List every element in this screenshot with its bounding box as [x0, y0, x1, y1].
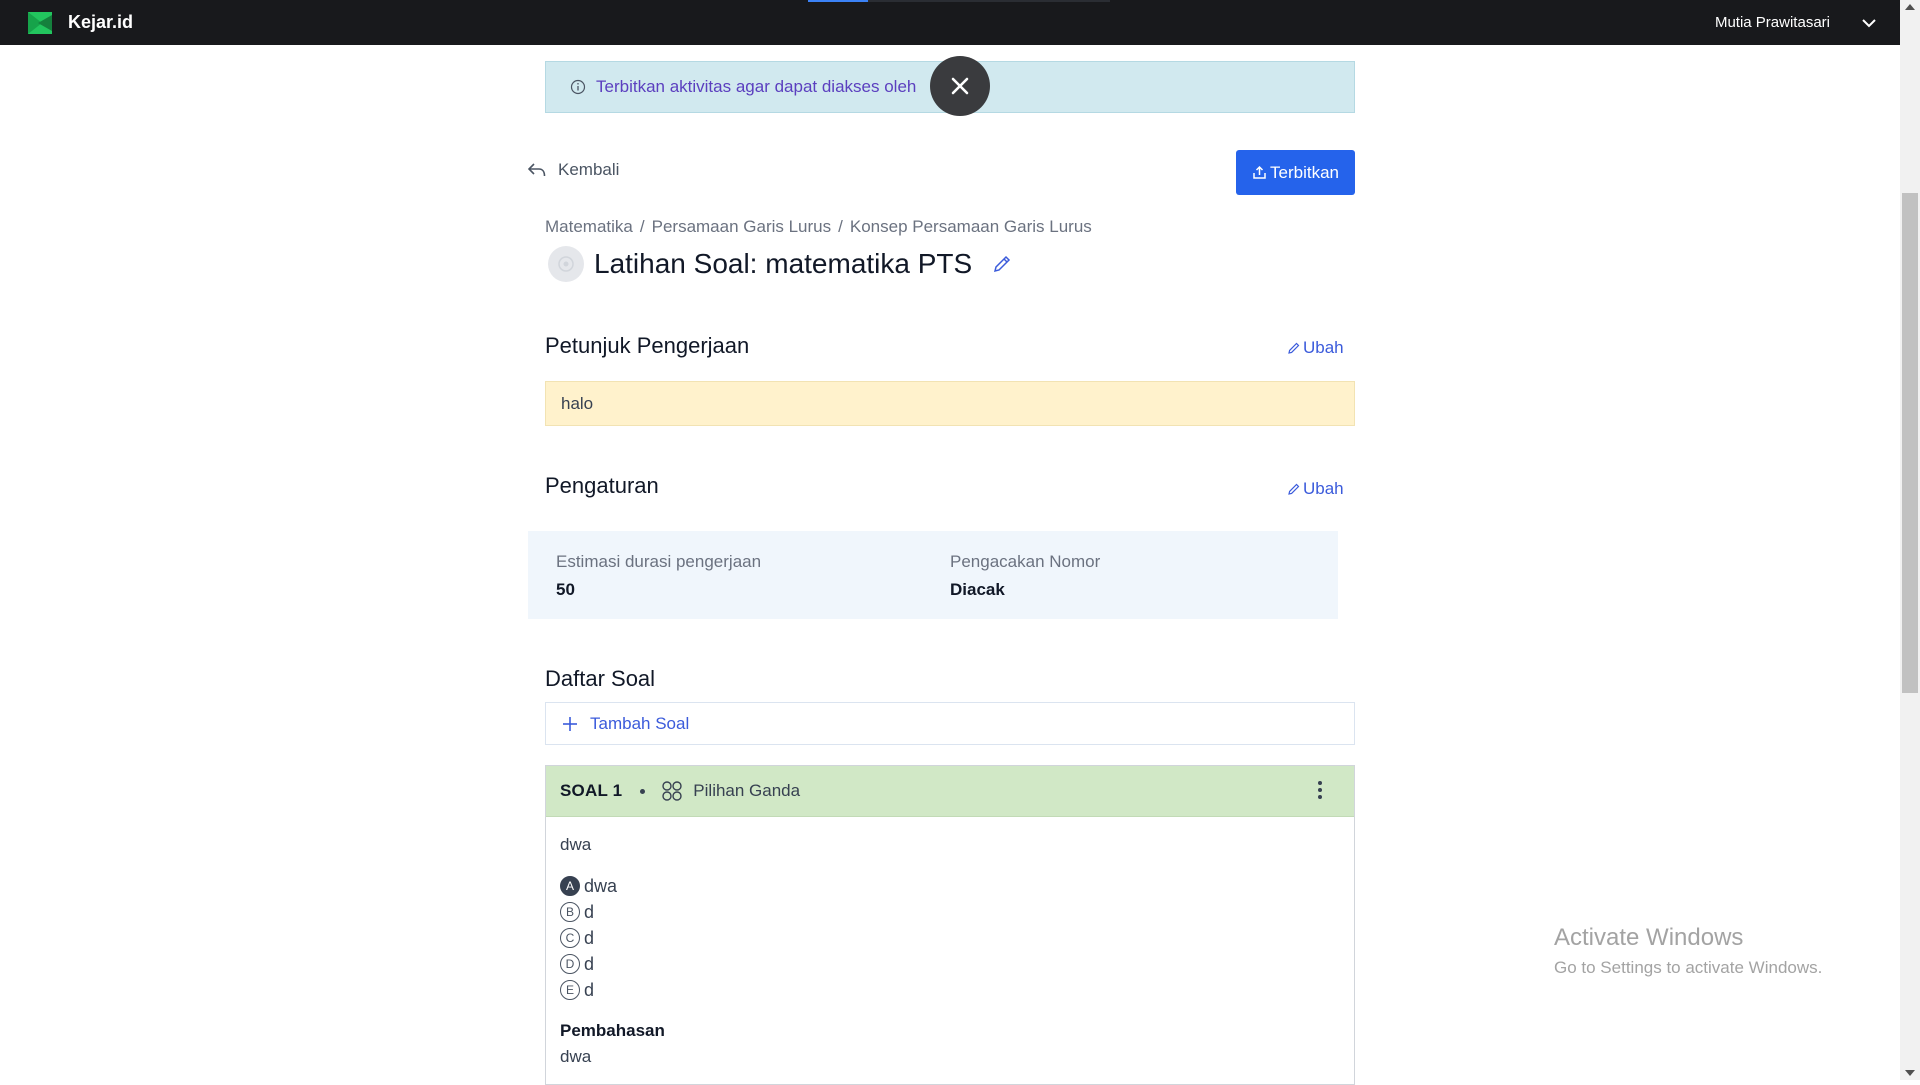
- chevron-down-icon[interactable]: [1860, 14, 1878, 32]
- instructions-box: halo: [545, 381, 1355, 426]
- activity-icon: [558, 256, 574, 272]
- pencil-icon: [1288, 342, 1300, 354]
- notice-text: Terbitkan aktivitas agar dapat diakses o…: [596, 77, 917, 96]
- brand[interactable]: Kejar.id: [28, 11, 134, 34]
- user-menu[interactable]: Mutia Prawitasari: [1715, 0, 1878, 45]
- publish-label: Terbitkan: [1270, 162, 1339, 182]
- setting-randomize: Pengacakan Nomor Diacak: [922, 531, 1316, 619]
- question-type: Pilihan Ganda: [693, 781, 801, 800]
- breadcrumb-topic[interactable]: Konsep Persamaan Garis Lurus: [850, 217, 1092, 237]
- option-text: d: [584, 953, 595, 974]
- activation-watermark: Activate Windows Go to Settings to activ…: [1554, 924, 1822, 978]
- explanation-heading: Pembahasan: [560, 1021, 665, 1040]
- breadcrumb: Matematika / Persamaan Garis Lurus / Kon…: [545, 217, 1092, 237]
- option-text: d: [584, 979, 595, 1000]
- setting-value: Diacak: [950, 580, 1005, 599]
- option-letter: D: [560, 954, 580, 974]
- upload-icon: [1253, 165, 1266, 179]
- user-name: Mutia Prawitasari: [1714, 14, 1830, 31]
- pencil-icon: [1288, 483, 1300, 495]
- info-icon: [570, 79, 586, 95]
- add-question-label: Tambah Soal: [590, 713, 690, 733]
- question-header: SOAL 1 Pilihan Ganda: [546, 766, 1354, 817]
- option-text: d: [584, 901, 595, 922]
- question-number: SOAL 1: [560, 781, 623, 800]
- scroll-up-icon[interactable]: [1905, 4, 1915, 10]
- option-e: E d: [560, 977, 1340, 1003]
- top-navbar: Kejar.id Mutia Prawitasari: [0, 0, 1900, 45]
- title-row: Latihan Soal: matematika PTS: [548, 246, 1012, 282]
- explanation-text: dwa: [560, 1047, 592, 1066]
- instructions-text: halo: [561, 393, 594, 413]
- edit-label: Ubah: [1303, 338, 1344, 357]
- option-a: A dwa: [560, 873, 1340, 899]
- page-scrollbar[interactable]: [1900, 0, 1920, 1080]
- add-question-button[interactable]: Tambah Soal: [545, 702, 1355, 745]
- option-d: D d: [560, 951, 1340, 977]
- loading-progress: [808, 0, 1110, 2]
- setting-label: Pengacakan Nomor: [950, 552, 1101, 571]
- plus-icon: [563, 716, 577, 731]
- back-arrow-icon: [528, 163, 546, 177]
- question-card: SOAL 1 Pilihan Ganda dwa A dwa B d C d D…: [545, 765, 1355, 1085]
- settings-box: Estimasi durasi pengerjaan 50 Pengacakan…: [528, 531, 1338, 619]
- question-text: dwa: [560, 835, 592, 854]
- edit-settings-button[interactable]: Ubah: [1287, 479, 1344, 499]
- close-icon: [951, 77, 969, 95]
- kejar-logo-icon: [28, 11, 52, 34]
- instructions-heading: Petunjuk Pengerjaan: [545, 333, 750, 358]
- watermark-subtitle: Go to Settings to activate Windows.: [1554, 958, 1823, 977]
- option-letter: C: [560, 928, 580, 948]
- multiple-choice-icon: [662, 781, 682, 801]
- option-letter: E: [560, 980, 580, 1000]
- breadcrumb-chapter[interactable]: Persamaan Garis Lurus: [652, 217, 832, 237]
- scroll-down-icon[interactable]: [1905, 1070, 1915, 1076]
- publish-button[interactable]: Terbitkan: [1236, 150, 1355, 195]
- setting-value: 50: [556, 580, 575, 599]
- breadcrumb-subject[interactable]: Matematika: [545, 217, 633, 237]
- option-letter: B: [560, 902, 580, 922]
- brand-name: Kejar.id: [68, 12, 134, 32]
- option-text: dwa: [584, 875, 618, 896]
- edit-instructions-button[interactable]: Ubah: [1287, 338, 1344, 358]
- back-label: Kembali: [558, 160, 620, 179]
- setting-label: Estimasi durasi pengerjaan: [556, 552, 762, 571]
- back-button[interactable]: Kembali: [528, 160, 619, 180]
- option-letter: A: [560, 876, 580, 896]
- close-notice-button[interactable]: [930, 56, 990, 116]
- questions-heading: Daftar Soal: [545, 666, 656, 691]
- activity-avatar: [548, 246, 584, 282]
- option-text: d: [584, 927, 595, 948]
- watermark-title: Activate Windows: [1554, 924, 1744, 951]
- page-title: Latihan Soal: matematika PTS: [594, 248, 973, 279]
- more-options-icon[interactable]: [1316, 781, 1324, 803]
- option-b: B d: [560, 899, 1340, 925]
- setting-duration: Estimasi durasi pengerjaan 50: [528, 531, 922, 619]
- edit-title-icon[interactable]: [992, 254, 1012, 274]
- option-c: C d: [560, 925, 1340, 951]
- settings-heading: Pengaturan: [545, 473, 659, 498]
- scrollbar-thumb[interactable]: [1902, 193, 1918, 693]
- question-body: dwa A dwa B d C d D d E d Pembahasan dwa: [546, 817, 1354, 1067]
- edit-label: Ubah: [1303, 479, 1344, 498]
